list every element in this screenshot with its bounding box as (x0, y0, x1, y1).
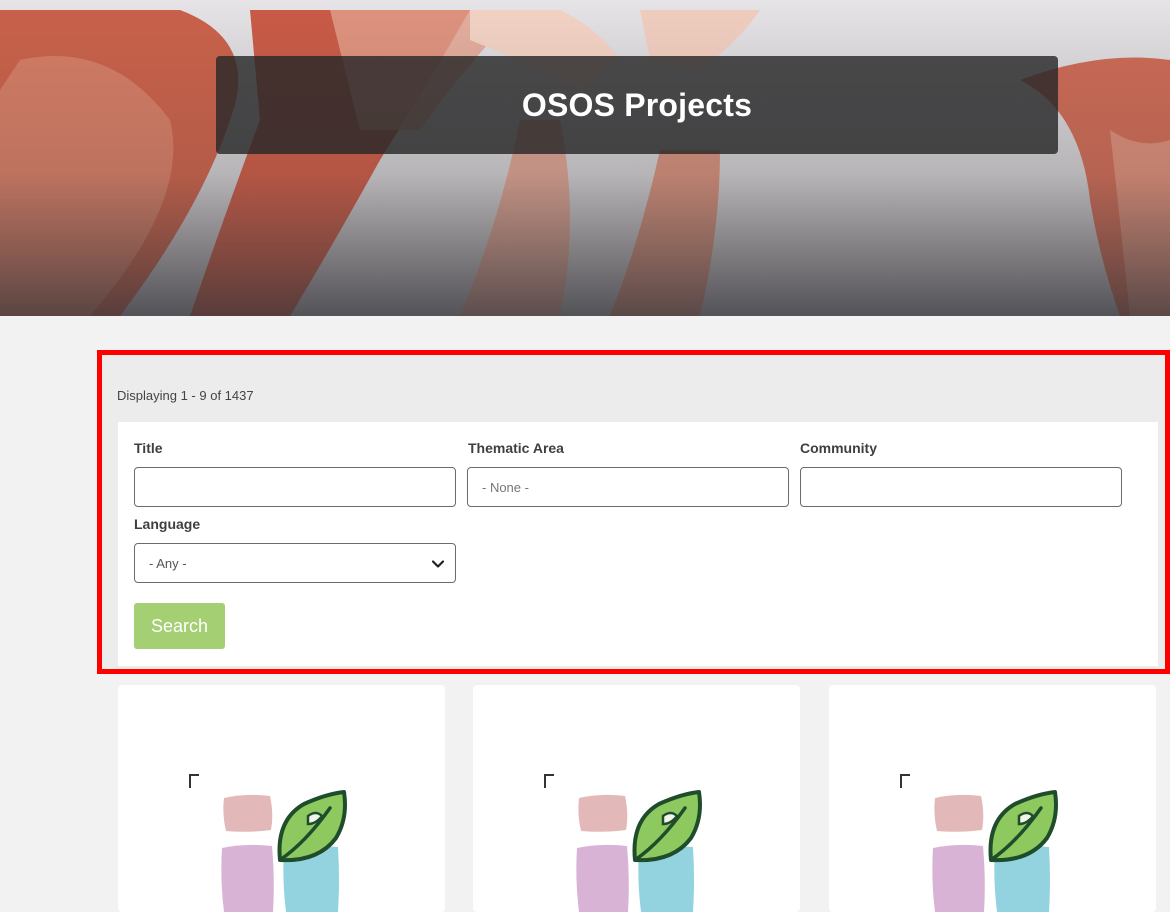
hero-title-box: OSOS Projects (216, 56, 1058, 154)
thematic-area-label: Thematic Area (468, 440, 564, 456)
results-count: Displaying 1 - 9 of 1437 (117, 388, 254, 403)
thematic-area-input[interactable] (467, 467, 789, 507)
search-filter-panel: Displaying 1 - 9 of 1437 Title Thematic … (97, 350, 1170, 674)
hero-background-image (0, 0, 1170, 316)
project-card[interactable] (829, 685, 1156, 912)
language-select[interactable]: - Any - (134, 543, 456, 583)
corner-mark-icon (900, 774, 910, 788)
title-label: Title (134, 440, 163, 456)
hero-banner: OSOS Projects (0, 0, 1170, 316)
search-button[interactable]: Search (134, 603, 225, 649)
project-card[interactable] (473, 685, 800, 912)
community-input[interactable] (800, 467, 1122, 507)
corner-mark-icon (544, 774, 554, 788)
project-card[interactable] (118, 685, 445, 912)
community-label: Community (800, 440, 877, 456)
chevron-down-icon (431, 560, 445, 568)
language-selected-value: - Any - (149, 555, 187, 571)
page-title: OSOS Projects (521, 86, 753, 123)
corner-mark-icon (189, 774, 199, 788)
title-input[interactable] (134, 467, 456, 507)
project-logo-icon (221, 790, 347, 912)
language-label: Language (134, 516, 201, 532)
project-logo-icon (576, 790, 702, 912)
filter-form: Title Thematic Area Community Language -… (118, 422, 1158, 666)
project-logo-icon (932, 790, 1058, 912)
